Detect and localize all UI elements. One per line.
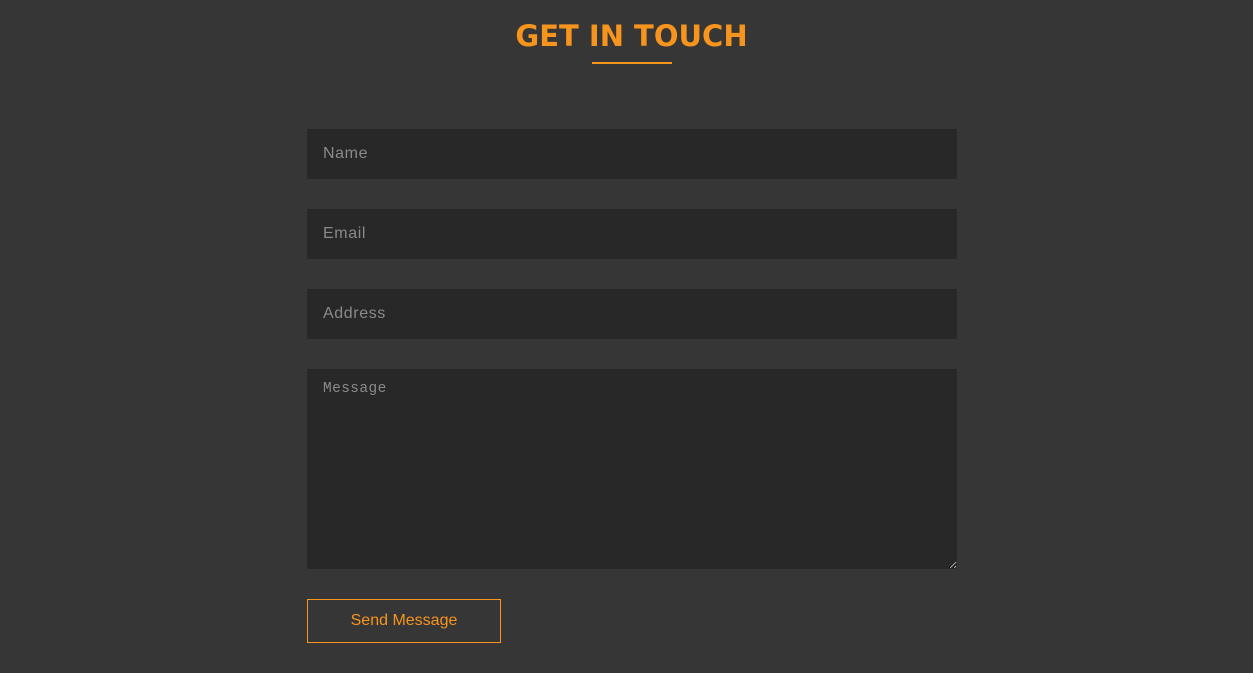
email-field[interactable]	[307, 209, 957, 259]
message-field[interactable]	[307, 369, 957, 569]
send-message-button[interactable]: Send Message	[307, 599, 501, 643]
name-field[interactable]	[307, 129, 957, 179]
address-field[interactable]	[307, 289, 957, 339]
contact-section: GET IN TOUCH Send Message	[0, 0, 1253, 673]
title-underline	[592, 62, 672, 64]
section-title: GET IN TOUCH	[515, 19, 748, 53]
